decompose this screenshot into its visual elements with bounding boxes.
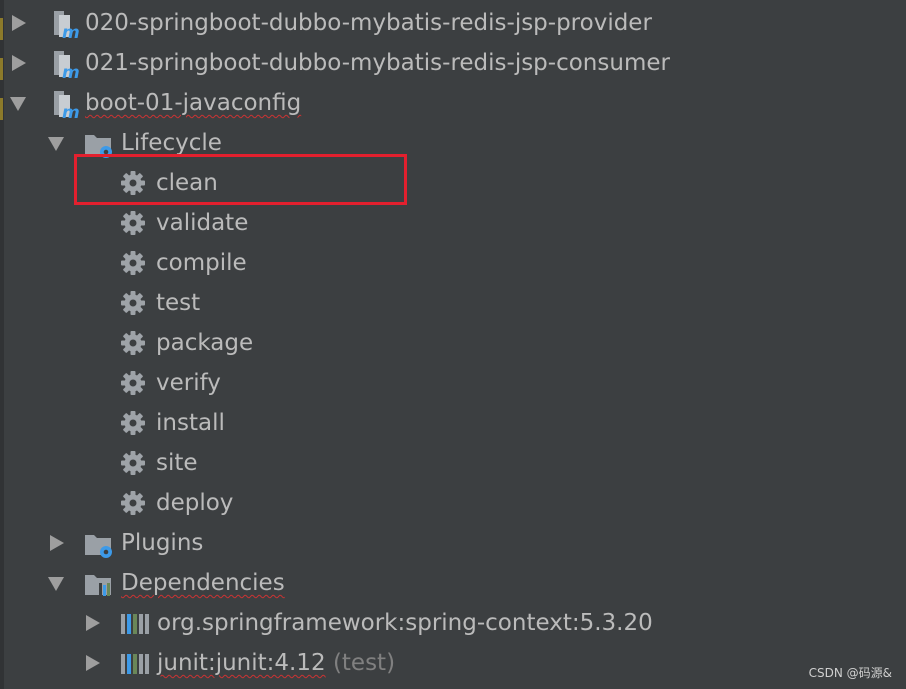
gear-icon [120, 290, 146, 322]
watermark: CSDN @码源& [808, 666, 892, 680]
tree-node-module-020[interactable]: m 020-springboot-dubbo-mybatis-redis-jsp… [0, 3, 900, 43]
gear-icon [120, 250, 146, 282]
expand-arrow-icon[interactable] [86, 655, 100, 671]
expand-arrow-icon[interactable] [12, 55, 26, 71]
expand-arrow-icon[interactable] [50, 535, 64, 551]
svg-text:m: m [62, 23, 80, 39]
dependency-label-wrap: junit:junit:4.12 (test) [157, 649, 395, 677]
lifecycle-phase-validate[interactable]: validate [0, 203, 900, 243]
phase-label: package [156, 330, 254, 356]
tree-node-module-boot-01[interactable]: m boot-01-javaconfig [0, 83, 900, 123]
dependencies-label: Dependencies [121, 570, 285, 596]
expand-arrow-icon[interactable] [86, 615, 100, 631]
plugins-label: Plugins [121, 530, 204, 556]
svg-text:m: m [62, 103, 80, 119]
lifecycle-phase-verify[interactable]: verify [0, 363, 900, 403]
lifecycle-phase-compile[interactable]: compile [0, 243, 900, 283]
phase-label: verify [156, 370, 221, 396]
gear-icon [120, 410, 146, 442]
phase-label: install [156, 410, 225, 436]
dependency-item[interactable]: junit:junit:4.12 (test) [0, 643, 900, 683]
lifecycle-label: Lifecycle [121, 130, 222, 156]
tree-node-plugins[interactable]: Plugins [0, 523, 900, 563]
gear-icon [120, 330, 146, 362]
lifecycle-phase-site[interactable]: site [0, 443, 900, 483]
gear-icon [120, 490, 146, 522]
dependency-scope: (test) [332, 650, 396, 676]
highlight-box [74, 154, 407, 205]
maven-module-icon: m [50, 89, 80, 125]
dependency-item[interactable]: org.springframework:spring-context:5.3.2… [0, 603, 900, 643]
phase-label: validate [156, 210, 249, 236]
tree-node-dependencies[interactable]: Dependencies [0, 563, 900, 603]
dependency-label: org.springframework:spring-context:5.3.2… [157, 610, 653, 636]
lifecycle-phase-install[interactable]: install [0, 403, 900, 443]
gear-icon [120, 210, 146, 242]
tree-node-module-021[interactable]: m 021-springboot-dubbo-mybatis-redis-jsp… [0, 43, 900, 83]
collapse-arrow-icon[interactable] [48, 577, 64, 591]
gear-icon [120, 450, 146, 482]
maven-module-icon: m [50, 9, 80, 45]
lifecycle-phase-package[interactable]: package [0, 323, 900, 363]
folder-gear-icon [84, 531, 116, 565]
gear-icon [120, 370, 146, 402]
expand-arrow-icon[interactable] [12, 15, 26, 31]
phase-label: deploy [156, 490, 234, 516]
library-icon [120, 611, 150, 643]
library-icon [120, 651, 150, 683]
phase-label: site [156, 450, 198, 476]
lifecycle-phase-test[interactable]: test [0, 283, 900, 323]
lifecycle-phase-deploy[interactable]: deploy [0, 483, 900, 523]
dependencies-icon [84, 571, 116, 605]
phase-label: compile [156, 250, 247, 276]
module-label: 021-springboot-dubbo-mybatis-redis-jsp-c… [85, 50, 670, 76]
module-label: 020-springboot-dubbo-mybatis-redis-jsp-p… [85, 10, 652, 36]
collapse-arrow-icon[interactable] [10, 97, 26, 111]
module-label: boot-01-javaconfig [85, 90, 302, 116]
dependency-label: junit:junit:4.12 [157, 650, 326, 676]
maven-module-icon: m [50, 49, 80, 85]
collapse-arrow-icon[interactable] [48, 137, 64, 151]
svg-text:m: m [62, 63, 80, 79]
phase-label: test [156, 290, 201, 316]
